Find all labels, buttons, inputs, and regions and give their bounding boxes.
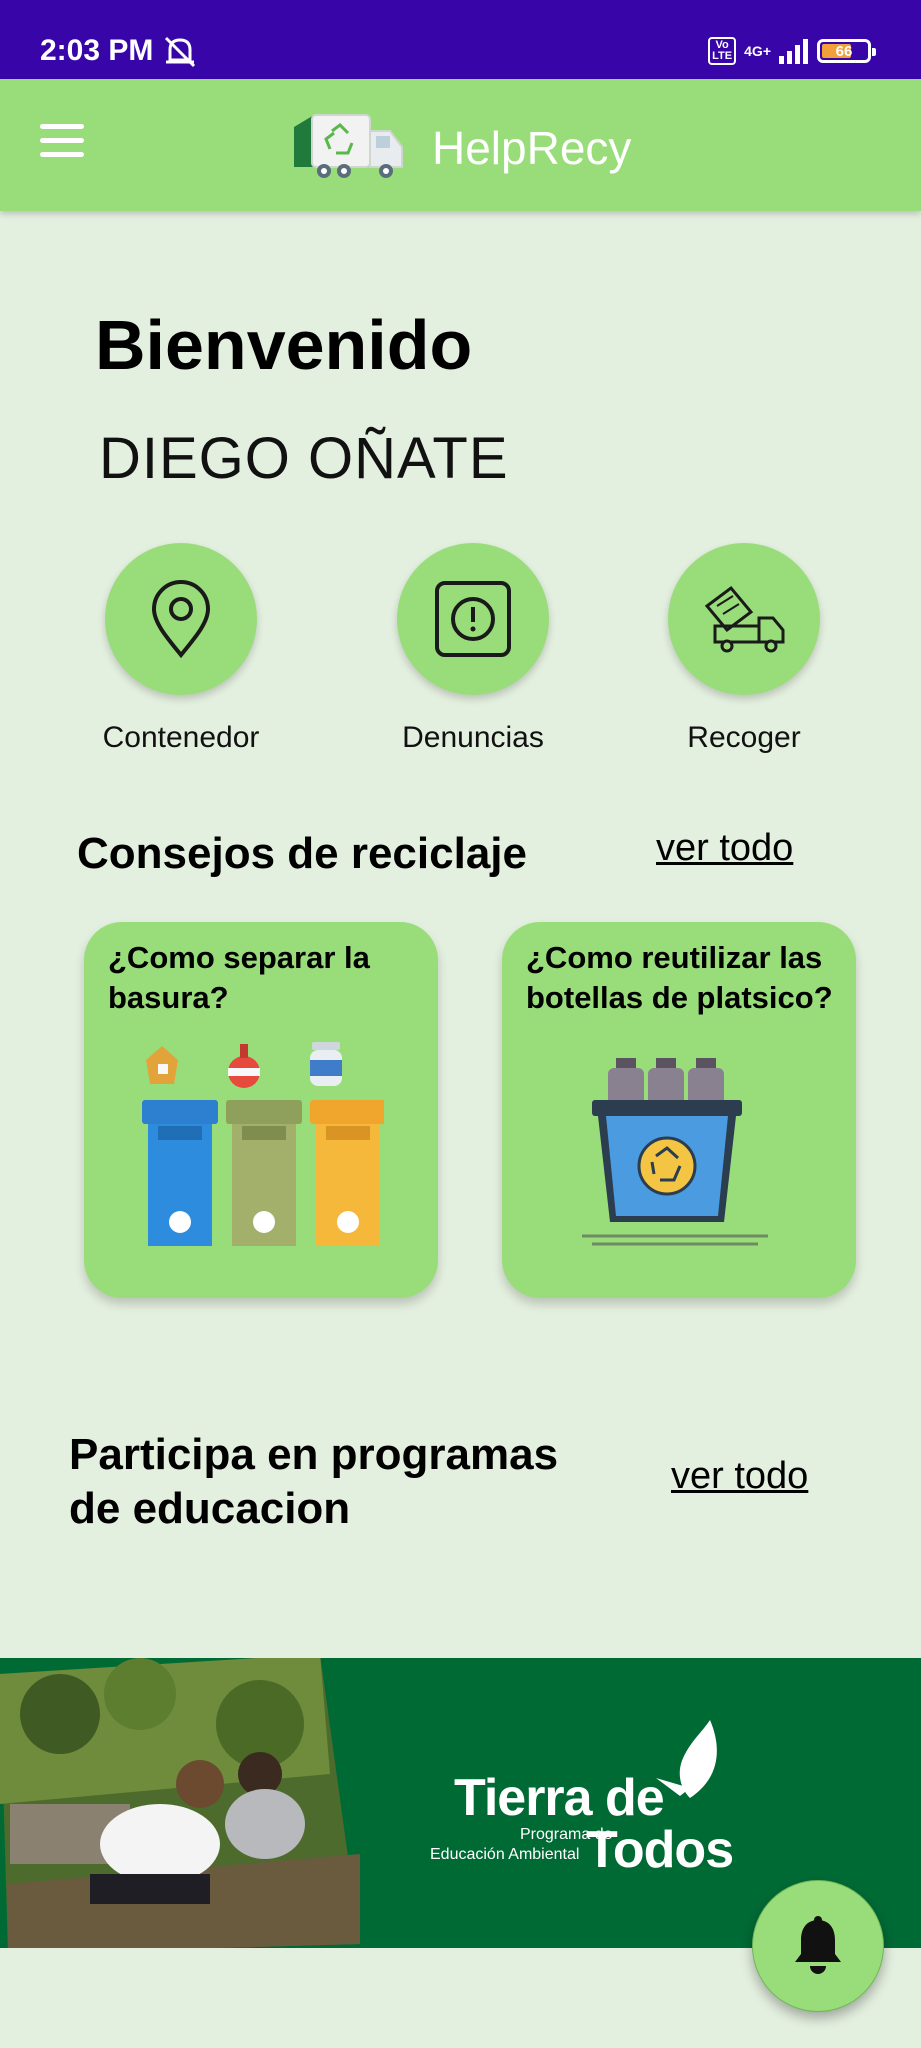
education-see-all-link[interactable]: ver todo [671,1455,808,1498]
sorting-bins-illustration [142,1042,384,1246]
tips-see-all-link[interactable]: ver todo [656,827,793,870]
pickup-truck-icon [704,585,785,653]
education-section-title: Participa en programas de educacion [69,1430,559,1533]
action-denuncias[interactable]: Denuncias [348,543,598,755]
status-bar: 2:03 PM Vo LTE 4G+ 66 [0,0,921,79]
network-type: 4G+ [744,43,771,59]
alert-report-icon [435,581,511,657]
tierra-de-todos-brand: Tierra de Programa de Educación Ambienta… [430,1768,750,1888]
bell-icon [795,1916,841,1974]
tip-card-reuse-bottles[interactable]: ¿Como reutilizar las botellas de platsic… [502,922,856,1298]
welcome-heading: Bienvenido [95,306,473,384]
signal-icon [779,39,808,64]
status-icons: Vo LTE 4G+ 66 [708,34,876,68]
brand-line-2: Todos [586,1821,734,1879]
volte-badge: Vo LTE [708,37,737,65]
app-title: HelpRecy [432,122,632,174]
status-time: 2:03 PM [40,34,154,67]
tip-card-title: ¿Como reutilizar las botellas de platsic… [526,940,833,1015]
action-label: Recoger [687,721,801,754]
notifications-fab[interactable] [752,1880,884,2012]
location-pin-icon [151,580,211,659]
action-label: Denuncias [402,721,544,754]
tip-card-separate-waste[interactable]: ¿Como separar la basura? [84,922,438,1298]
app-bar: HelpRecy [0,79,921,211]
program-photo [0,1658,360,1948]
brand-subtitle-2: Educación Ambiental [430,1846,580,1863]
action-recoger[interactable]: Recoger [619,543,869,755]
tip-card-title: ¿Como separar la basura? [108,940,370,1015]
action-recoger-button[interactable] [668,543,820,695]
hamburger-menu-icon[interactable] [40,124,90,164]
action-contenedor-button[interactable] [105,543,257,695]
bell-off-icon [164,36,196,68]
action-denuncias-button[interactable] [397,543,549,695]
bottle-recycling-bin-illustration [582,1058,768,1246]
action-contenedor[interactable]: Contenedor [56,543,306,755]
brand-line-1: Tierra de [454,1769,665,1827]
action-label: Contenedor [102,721,260,754]
tips-section-title: Consejos de reciclaje [77,829,527,878]
user-name: DIEGO OÑATE [99,426,509,491]
battery-icon: 66 [817,39,876,63]
battery-level: 66 [835,43,853,60]
recycling-truck-logo [294,114,403,178]
